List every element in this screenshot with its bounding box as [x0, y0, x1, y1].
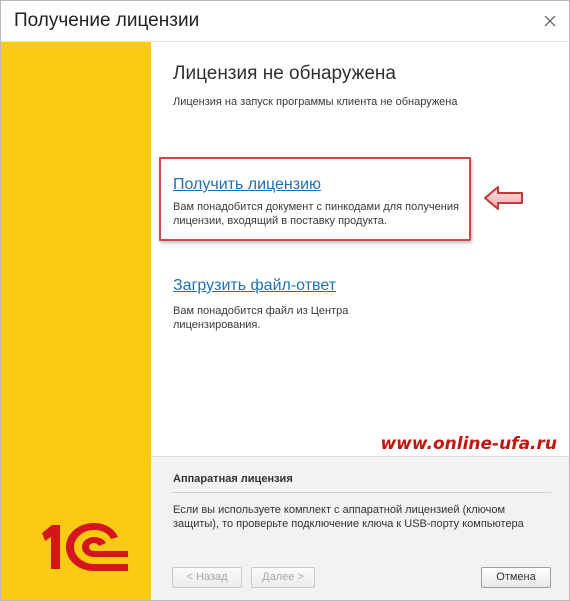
1c-logo-icon [42, 523, 128, 571]
hardware-license-description: Если вы используете комплект с аппаратно… [173, 504, 524, 530]
hardware-license-panel: Аппаратная лицензия Если вы используете … [151, 456, 569, 600]
brand-sidebar [1, 42, 151, 600]
title-bar: Получение лицензии [1, 1, 569, 41]
upload-desc-line2: лицензирования. [173, 319, 261, 331]
upload-response-description: Вам понадобится файл из Центра лицензиро… [173, 304, 348, 332]
hardware-license-title: Аппаратная лицензия [173, 473, 293, 485]
left-arrow-icon [484, 186, 523, 210]
get-license-description: Вам понадобится документ с пинкодами для… [173, 200, 459, 228]
watermark-text: www.online-ufa.ru [380, 434, 557, 454]
close-button[interactable] [539, 10, 561, 32]
dialog-title: Получение лицензии [14, 10, 200, 31]
page-heading: Лицензия не обнаружена [173, 63, 396, 84]
upload-desc-line1: Вам понадобится файл из Центра [173, 305, 349, 317]
license-dialog: Получение лицензии Лицензия не обнаружен… [0, 0, 570, 601]
get-license-desc-line1: Вам понадобится документ с пинкодами для… [173, 201, 459, 213]
get-license-desc-line2: лицензии, входящий в поставку продукта. [173, 215, 387, 227]
page-subheading: Лицензия на запуск программы клиента не … [173, 96, 458, 108]
back-button[interactable]: < Назад [172, 567, 242, 588]
hardware-divider [173, 492, 551, 493]
highlight-frame [159, 157, 471, 241]
next-button[interactable]: Далее > [251, 567, 315, 588]
get-license-link[interactable]: Получить лицензию [173, 176, 321, 194]
upload-response-file-link[interactable]: Загрузить файл-ответ [173, 277, 336, 295]
cancel-button[interactable]: Отмена [481, 567, 551, 588]
main-content: Лицензия не обнаружена Лицензия на запус… [151, 42, 569, 456]
close-icon [544, 15, 556, 27]
